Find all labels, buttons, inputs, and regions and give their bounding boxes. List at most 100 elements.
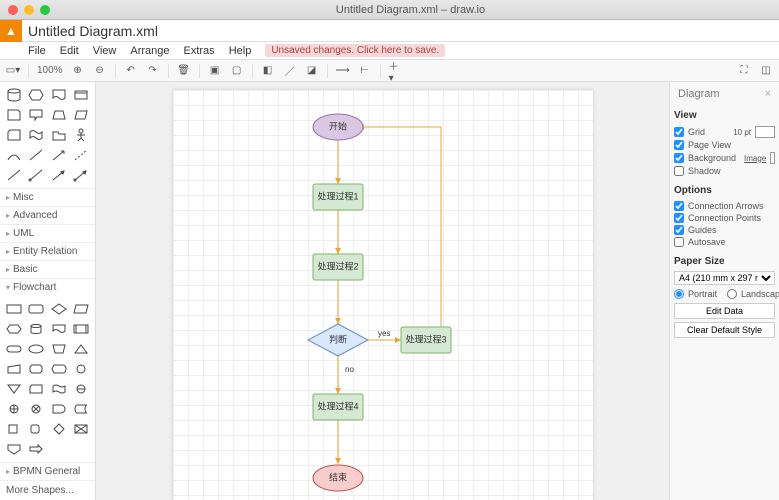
shape-curve-icon[interactable] [4, 146, 24, 164]
landscape-radio[interactable] [727, 289, 737, 299]
pageview-checkbox[interactable] [674, 140, 684, 150]
shape-cylinder-icon[interactable] [4, 86, 24, 104]
fc-parallel-icon[interactable] [71, 300, 91, 318]
fc-x-icon[interactable] [71, 420, 91, 438]
document-title[interactable]: Untitled Diagram.xml [22, 23, 158, 39]
fc-predef-icon[interactable] [71, 320, 91, 338]
format-panel-icon[interactable]: ◫ [759, 64, 773, 78]
line-color-icon[interactable]: ／ [283, 64, 297, 78]
fill-color-icon[interactable]: ◧ [261, 64, 275, 78]
fc-off-icon[interactable] [4, 440, 24, 458]
autosave-checkbox[interactable] [674, 237, 684, 247]
fc-dia2-icon[interactable] [49, 420, 69, 438]
redo-icon[interactable]: ↷ [146, 64, 160, 78]
fc-rect-icon[interactable] [4, 300, 24, 318]
shape-document-icon[interactable] [49, 86, 69, 104]
zoom-in-icon[interactable]: ⊕ [71, 64, 85, 78]
unsaved-warning[interactable]: Unsaved changes. Click here to save. [265, 44, 445, 57]
fc-inv-tri-icon[interactable] [4, 380, 24, 398]
shape-tape-icon[interactable] [26, 126, 46, 144]
image-link[interactable]: Image [744, 154, 766, 163]
fullscreen-icon[interactable]: ⛶ [737, 64, 751, 78]
menu-arrange[interactable]: Arrange [130, 45, 169, 57]
shape-trapezoid-icon[interactable] [49, 106, 69, 124]
shape-note-icon[interactable] [4, 106, 24, 124]
minimize-window-button[interactable] [24, 5, 34, 15]
fc-manual-icon[interactable] [49, 340, 69, 358]
menu-edit[interactable]: Edit [60, 45, 79, 57]
close-window-button[interactable] [8, 5, 18, 15]
canvas[interactable]: 开始 处理过程1 处理过程2 判断 yes no 处理过程3 处理过程4 结束 [96, 82, 669, 500]
format-panel-close-icon[interactable]: × [765, 88, 771, 100]
connection-arrows-checkbox[interactable] [674, 201, 684, 211]
fc-sq-icon[interactable] [4, 420, 24, 438]
fc-arrow-icon[interactable] [26, 440, 46, 458]
to-front-icon[interactable]: ▣ [208, 64, 222, 78]
background-color-swatch[interactable] [770, 152, 775, 164]
fc-stored-icon[interactable] [71, 400, 91, 418]
fc-loop-icon[interactable] [26, 360, 46, 378]
menu-extras[interactable]: Extras [184, 45, 215, 57]
grid-color-swatch[interactable] [755, 126, 775, 138]
shape-arrow-line-icon[interactable] [49, 146, 69, 164]
zoom-select[interactable]: 100% [37, 65, 63, 76]
shape-folder-icon[interactable] [49, 126, 69, 144]
guides-checkbox[interactable] [674, 225, 684, 235]
fc-term-icon[interactable] [4, 340, 24, 358]
shadow-checkbox[interactable] [674, 166, 684, 176]
fc-mag-icon[interactable] [71, 380, 91, 398]
connection-points-checkbox[interactable] [674, 213, 684, 223]
fc-diamond-icon[interactable] [49, 300, 69, 318]
grid-checkbox[interactable] [674, 127, 684, 137]
category-misc[interactable]: Misc [0, 188, 95, 206]
paper-size-select[interactable]: A4 (210 mm x 297 mm) [674, 271, 775, 285]
add-icon[interactable]: ＋▾ [389, 64, 403, 78]
fc-tri-icon[interactable] [71, 340, 91, 358]
canvas-page[interactable]: 开始 处理过程1 处理过程2 判断 yes no 处理过程3 处理过程4 结束 [173, 90, 593, 500]
connection-icon[interactable]: ⟶ [336, 64, 350, 78]
undo-icon[interactable]: ↶ [124, 64, 138, 78]
delete-icon[interactable]: 🗑 [177, 64, 191, 78]
shape-step-icon[interactable] [71, 86, 91, 104]
shape-line-icon[interactable] [26, 146, 46, 164]
shape-callout-icon[interactable] [26, 106, 46, 124]
background-checkbox[interactable] [674, 153, 684, 163]
fc-sum-icon[interactable] [26, 400, 46, 418]
zoom-out-icon[interactable]: ⊖ [93, 64, 107, 78]
category-uml[interactable]: UML [0, 224, 95, 242]
to-back-icon[interactable]: ▢ [230, 64, 244, 78]
shape-connector3-icon[interactable] [49, 166, 69, 184]
shape-connector4-icon[interactable] [71, 166, 91, 184]
fc-doc-icon[interactable] [49, 320, 69, 338]
fc-display-icon[interactable] [49, 360, 69, 378]
more-shapes-link[interactable]: More Shapes... [0, 480, 95, 500]
fc-circle-icon[interactable] [71, 360, 91, 378]
shape-card-icon[interactable] [4, 126, 24, 144]
page-setup-icon[interactable]: ▭▾ [6, 64, 20, 78]
fc-cyl-icon[interactable] [26, 320, 46, 338]
fc-ellipse-icon[interactable] [26, 340, 46, 358]
shape-parallelogram-icon[interactable] [71, 106, 91, 124]
shadow-icon[interactable]: ◪ [305, 64, 319, 78]
shape-connector1-icon[interactable] [4, 166, 24, 184]
category-bpmn[interactable]: BPMN General [0, 462, 95, 480]
shape-actor-icon[interactable] [71, 126, 91, 144]
shape-connector2-icon[interactable] [26, 166, 46, 184]
category-flowchart[interactable]: Flowchart [0, 278, 95, 296]
edit-data-button[interactable]: Edit Data [674, 303, 775, 319]
menu-file[interactable]: File [28, 45, 46, 57]
fc-tape2-icon[interactable] [49, 380, 69, 398]
fc-hex-icon[interactable] [4, 320, 24, 338]
fc-card-icon[interactable] [26, 380, 46, 398]
clear-default-style-button[interactable]: Clear Default Style [674, 322, 775, 338]
maximize-window-button[interactable] [40, 5, 50, 15]
menu-view[interactable]: View [93, 45, 117, 57]
portrait-radio[interactable] [674, 289, 684, 299]
fc-delay-icon[interactable] [49, 400, 69, 418]
fc-or-icon[interactable] [4, 400, 24, 418]
category-advanced[interactable]: Advanced [0, 206, 95, 224]
category-entity-relation[interactable]: Entity Relation [0, 242, 95, 260]
shape-hexagon-icon[interactable] [26, 86, 46, 104]
fc-rr-icon[interactable] [26, 420, 46, 438]
waypoint-icon[interactable]: ⊢ [358, 64, 372, 78]
